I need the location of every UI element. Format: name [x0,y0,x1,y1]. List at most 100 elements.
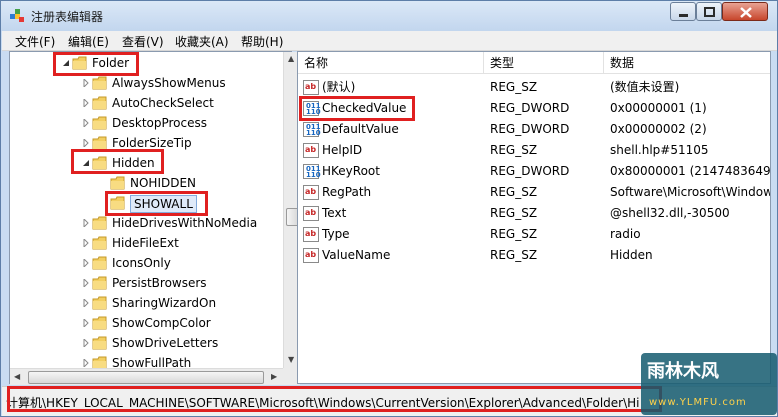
tree-item[interactable]: HideDrivesWithNoMedia [10,213,283,233]
expand-arrow-icon[interactable] [82,259,90,267]
expand-arrow-icon[interactable] [82,359,90,367]
minimize-button[interactable] [670,2,696,21]
value-data: (数值未设置) [610,80,680,94]
registry-editor-window: 注册表编辑器 文件(F) 编辑(E) 查看(V) 收藏夹(A) 帮助(H) Fo… [0,0,778,417]
registry-editor-icon [10,9,24,22]
column-header-data[interactable]: 数据 [604,52,770,74]
menu-file[interactable]: 文件(F) [15,33,55,50]
value-row[interactable]: 011 110 HKeyRoot REG_DWORD 0x80000001 (2147… [298,161,771,182]
scroll-right-icon[interactable]: ▶ [271,372,277,381]
tree-horizontal-scrollbar[interactable]: ◀ ▶ [10,368,283,385]
value-row[interactable]: ab RegPath REG_SZ Software\Microsoft\Window [298,182,770,203]
tree-item[interactable]: ShowCompColor [10,313,283,333]
binary-value-icon: 011 110 [303,164,321,179]
maximize-button[interactable] [696,2,722,21]
watermark-url: www.YLMFU.com [649,397,747,408]
tree-item[interactable]: Hidden [10,153,283,173]
tree-item[interactable]: IconsOnly [10,253,283,273]
scroll-down-icon[interactable]: ▼ [288,355,294,364]
value-data: Hidden [610,248,653,262]
value-data: radio [610,227,641,241]
folder-icon [92,136,107,150]
tree-item-label: ShowDriveLetters [112,336,219,350]
folder-icon [72,56,87,70]
folder-icon [92,276,107,290]
folder-icon [92,256,107,270]
tree-item-label: ShowCompColor [112,316,211,330]
expand-arrow-icon[interactable] [82,219,90,227]
tree-item-label: SharingWizardOn [112,296,217,310]
value-type: REG_SZ [490,227,538,241]
scroll-left-icon[interactable]: ◀ [14,372,20,381]
value-data: shell.hlp#51105 [610,143,709,157]
menu-view[interactable]: 查看(V) [122,33,164,50]
expand-arrow-icon[interactable] [82,279,90,287]
tree-item[interactable]: Folder [10,53,283,73]
tree-item[interactable]: DesktopProcess [10,113,283,133]
collapse-arrow-icon[interactable] [82,159,90,167]
value-name: CheckedValue [322,101,407,115]
expand-arrow-icon[interactable] [82,339,90,347]
menu-edit[interactable]: 编辑(E) [68,33,109,50]
expand-arrow-icon[interactable] [82,299,90,307]
value-name: (默认) [322,80,356,94]
column-header-type[interactable]: 类型 [484,52,604,74]
tree-item-label: AutoCheckSelect [112,96,214,110]
registry-values-list[interactable]: 名称 类型 数据 ab (默认) REG_SZ (数值未设置) 011 110 Check… [297,51,771,384]
close-button[interactable] [722,2,768,21]
tree-item-label: IconsOnly [112,256,171,270]
string-value-icon: ab [303,185,319,200]
tree-item-label: HideFileExt [112,236,179,250]
string-value-icon: ab [303,143,319,158]
value-type: REG_DWORD [490,164,570,178]
tree-item[interactable]: NOHIDDEN [10,173,283,193]
folder-icon [92,296,107,310]
value-row[interactable]: ab Text REG_SZ @shell32.dll,-30500 [298,203,770,224]
column-header-name[interactable]: 名称 [298,52,484,74]
string-value-icon: ab [303,248,319,263]
folder-icon [92,96,107,110]
collapse-arrow-icon[interactable] [62,59,70,67]
value-row[interactable]: ab (默认) REG_SZ (数值未设置) [298,77,770,98]
tree-item[interactable]: SharingWizardOn [10,293,283,313]
menu-help[interactable]: 帮助(H) [241,33,283,50]
watermark-logo: 雨林木风 www.YLMFU.com [641,353,777,415]
value-row[interactable]: ab HelpID REG_SZ shell.hlp#51105 [298,140,770,161]
folder-icon [92,316,107,330]
tree-item[interactable]: AutoCheckSelect [10,93,283,113]
value-data: 0x80000001 (2147483649) [610,164,771,178]
expand-arrow-icon[interactable] [82,79,90,87]
value-type: REG_SZ [490,206,538,220]
expand-arrow-icon[interactable] [82,99,90,107]
value-row[interactable]: 011 110 DefaultValue REG_DWORD 0x00000002 (… [298,119,770,140]
folder-icon [92,216,107,230]
title-bar[interactable]: 注册表编辑器 [1,1,777,31]
tree-item-label: HideDrivesWithNoMedia [112,216,258,230]
expand-arrow-icon[interactable] [82,239,90,247]
tree-item[interactable]: FolderSizeTip [10,133,283,153]
tree-horizontal-scroll-thumb[interactable] [28,371,264,384]
scroll-up-icon[interactable]: ▲ [288,54,294,63]
registry-key-tree[interactable]: Folder AlwaysShowMenus AutoCheckSelect Desk… [9,51,300,385]
folder-icon [92,156,107,170]
maximize-icon [704,7,715,17]
value-row[interactable]: ab ValueName REG_SZ Hidden [298,245,770,266]
tree-item[interactable]: HideFileExt [10,233,283,253]
tree-item[interactable]: ShowDriveLetters [10,333,283,353]
tree-item-label: NOHIDDEN [130,176,197,190]
tree-item[interactable]: AlwaysShowMenus [10,73,283,93]
key-path: 计算机\HKEY_LOCAL_MACHINE\SOFTWARE\Microsof… [6,396,640,410]
expand-arrow-icon[interactable] [82,319,90,327]
expand-arrow-icon[interactable] [82,139,90,147]
value-name: RegPath [322,185,372,199]
folder-open-icon [110,196,125,210]
tree-item-label: AlwaysShowMenus [112,76,226,90]
expand-arrow-icon[interactable] [82,119,90,127]
value-type: REG_SZ [490,248,538,262]
tree-item[interactable]: PersistBrowsers [10,273,283,293]
value-row[interactable]: ab Type REG_SZ radio [298,224,770,245]
menu-favorites[interactable]: 收藏夹(A) [175,33,229,50]
value-name: Text [322,206,347,220]
tree-item[interactable]: SHOWALL [10,193,283,213]
value-row[interactable]: 011 110 CheckedValue REG_DWORD 0x00000001 (… [298,98,770,119]
